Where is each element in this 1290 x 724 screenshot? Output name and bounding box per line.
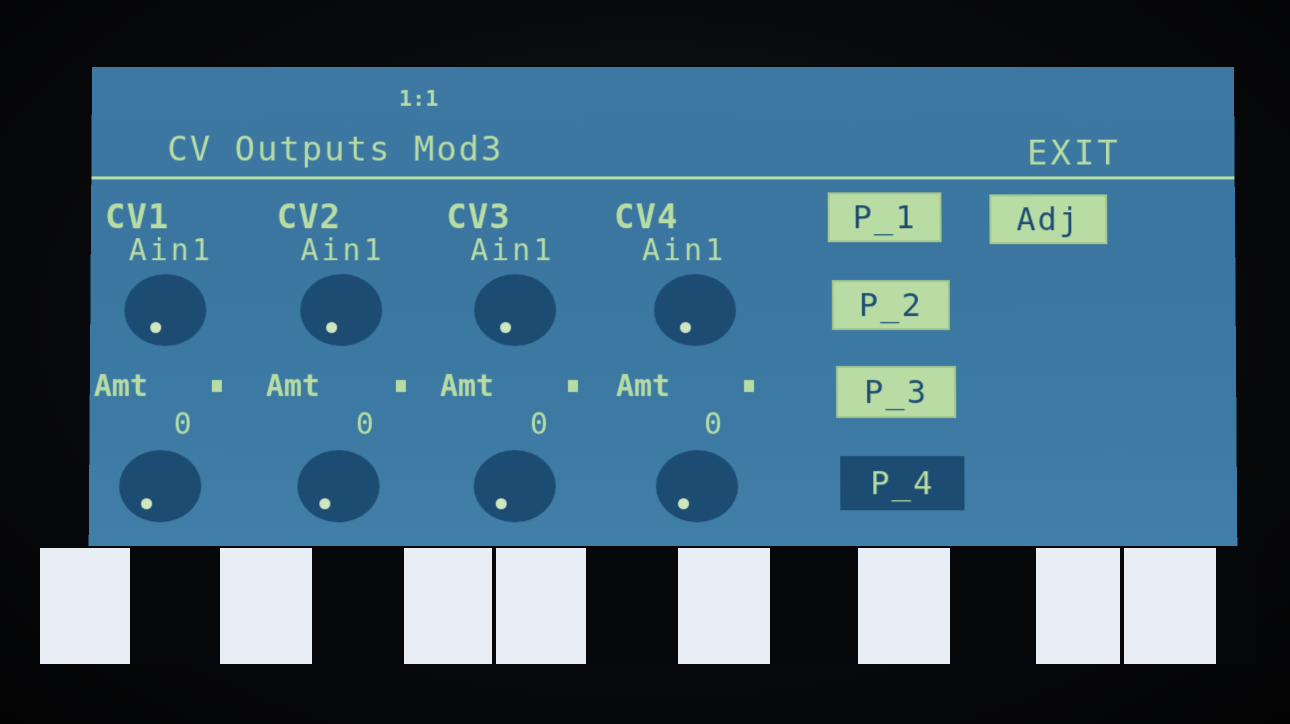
knob-indicator-dot [495, 498, 507, 510]
cv1-source[interactable]: Ain1 [129, 233, 213, 268]
cv4-source-knob[interactable] [654, 274, 736, 347]
adjust-button[interactable]: Adj [989, 194, 1108, 245]
cv1-amt-value[interactable]: 0 [174, 407, 192, 442]
cv1-amt-label: Amt [93, 368, 149, 405]
key-7[interactable] [1036, 548, 1120, 664]
key-4[interactable] [496, 548, 586, 664]
cv2-label: CV2 [276, 197, 342, 238]
knob-indicator-dot [141, 498, 153, 510]
key-2[interactable] [220, 548, 312, 664]
header-divider [91, 176, 1235, 180]
page-button-p1[interactable]: P_1 [827, 192, 942, 243]
cv3-source[interactable]: Ain1 [470, 233, 554, 268]
cv2-amt-marker [395, 380, 406, 393]
cv4-source[interactable]: Ain1 [642, 233, 726, 268]
cv1-label: CV1 [104, 197, 170, 238]
cv3-amt-knob[interactable] [473, 450, 556, 523]
cv1-amt-marker [211, 380, 222, 393]
key-6[interactable] [858, 548, 950, 664]
knob-indicator-dot [326, 322, 338, 334]
cv2-amt-value[interactable]: 0 [356, 407, 374, 442]
knob-indicator-dot [678, 498, 690, 510]
page-button-p3[interactable]: P_3 [836, 365, 957, 419]
key-8[interactable] [1124, 548, 1216, 664]
cv4-amt-knob[interactable] [655, 450, 739, 523]
cv4-amt-value[interactable]: 0 [704, 407, 722, 442]
page-title: CV Outputs Mod3 [167, 129, 504, 170]
cv2-amt-knob[interactable] [297, 450, 380, 523]
cv3-amt-marker [567, 380, 578, 393]
device-bezel: 1:1 CV Outputs Mod3 EXIT CV1 Ain1 Amt 0 … [0, 0, 1290, 724]
knob-indicator-dot [319, 498, 331, 510]
cv4-amt-label: Amt [615, 368, 671, 405]
cv2-source-knob[interactable] [300, 274, 383, 347]
page-button-p2[interactable]: P_2 [831, 280, 950, 331]
cv2-source[interactable]: Ain1 [300, 233, 384, 268]
position-indicator: 1:1 [398, 86, 439, 112]
cv3-amt-label: Amt [439, 368, 495, 405]
key-1[interactable] [40, 548, 130, 664]
key-strip [40, 546, 1256, 664]
cv3-label: CV3 [446, 197, 511, 238]
exit-button[interactable]: EXIT [1027, 134, 1121, 174]
cv4-amt-marker [744, 380, 755, 393]
knob-indicator-dot [679, 322, 691, 334]
cv3-amt-value[interactable]: 0 [530, 407, 548, 442]
cv1-amt-knob[interactable] [118, 450, 202, 523]
cv1-source-knob[interactable] [124, 274, 207, 347]
cv3-source-knob[interactable] [474, 274, 557, 347]
cv2-amt-label: Amt [265, 368, 321, 405]
knob-indicator-dot [150, 322, 162, 334]
cv4-label: CV4 [614, 197, 679, 238]
page-button-p4[interactable]: P_4 [840, 456, 965, 511]
key-3[interactable] [404, 548, 492, 664]
knob-indicator-dot [500, 322, 512, 334]
key-5[interactable] [678, 548, 770, 664]
